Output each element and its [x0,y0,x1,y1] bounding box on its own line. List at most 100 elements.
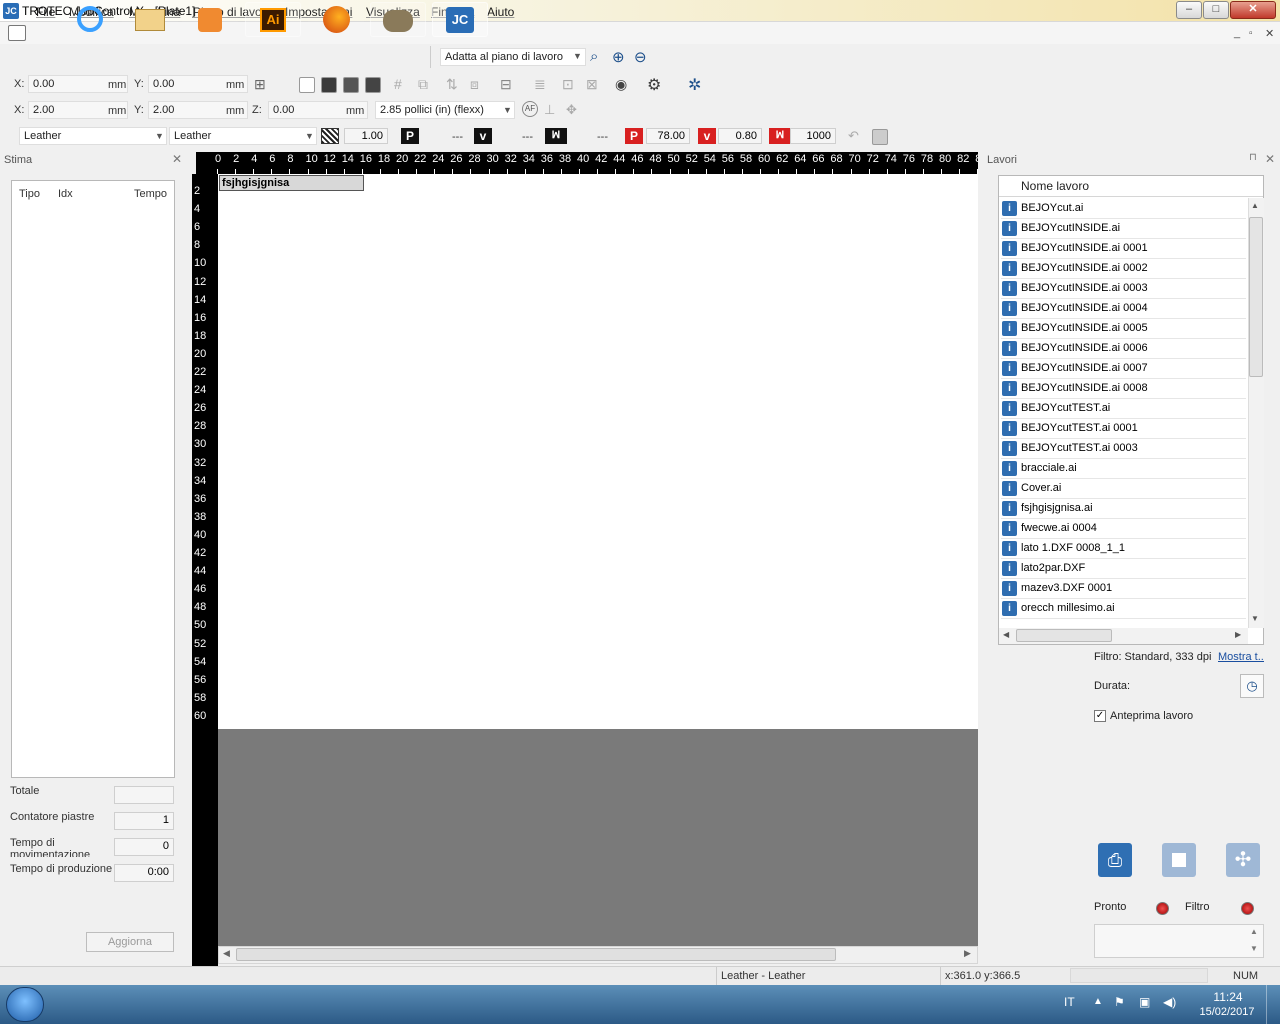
sort-icon[interactable]: ⊠ [586,76,598,93]
close-panel-icon[interactable]: ✕ [1265,152,1275,166]
zoom-select[interactable]: Adatta al piano di lavoro [440,48,586,66]
job-list-item[interactable]: i BEJOYcutINSIDE.ai [1001,219,1246,239]
job-list-item[interactable]: i fwecwe.ai 0004 [1001,519,1246,539]
tray-expand-icon[interactable]: ▲ [1093,996,1103,1007]
clock-icon[interactable]: ◷ [1240,674,1264,698]
lavori-vscroll-thumb[interactable] [1249,217,1263,377]
job-list-item[interactable]: i orecch millesimo.ai [1001,599,1246,619]
mdi-close-icon[interactable]: ✕ [1265,27,1274,40]
scroll-up-icon[interactable]: ▲ [1251,201,1259,210]
save-material-icon[interactable] [872,129,888,145]
job-list-item[interactable]: i bracciale.ai [1001,459,1246,479]
job-list-item[interactable]: i BEJOYcutINSIDE.ai 0008 [1001,379,1246,399]
stop-icon[interactable] [1162,843,1196,877]
autofocus-icon[interactable]: AF [522,101,538,117]
mdi-restore-icon[interactable]: ▫ [1249,28,1253,39]
chevron-down-icon[interactable]: ▼ [573,51,582,61]
job-on-plate[interactable]: fsjhgisjgnisa [219,175,364,191]
gimp-icon[interactable] [370,2,426,37]
scroll-down-icon[interactable]: ▼ [1251,614,1259,623]
start-button[interactable] [6,987,44,1022]
illustrator-icon[interactable]: Ai [245,2,301,37]
language-indicator[interactable]: IT [1064,995,1075,1009]
zoom-in-icon[interactable]: ⊕ [612,48,625,66]
canvas-hscroll-thumb[interactable] [236,948,836,961]
menu-file[interactable]: File [36,5,55,19]
exhaust-fan-icon[interactable]: ✣ [1226,843,1260,877]
duplicate-icon[interactable]: ⧈ [470,76,479,93]
menu-aiuto[interactable]: Aiuto [487,5,514,19]
usb-connect-icon[interactable]: ⎙ [1098,843,1132,877]
arrange-icon[interactable]: ⊡ [562,76,574,93]
save-icon[interactable] [321,77,337,93]
job-list-item[interactable]: i BEJOYcut.ai [1001,199,1246,219]
mostra-link[interactable]: Mostra t... [1218,651,1264,663]
focus-down-icon[interactable]: ⊥ [544,102,555,118]
chevron-down-icon[interactable]: ▼ [305,131,314,141]
laser-icon[interactable]: ✲ [688,75,701,95]
job-list-item[interactable]: i fsjhgisjgnisa.ai [1001,499,1246,519]
nome-lavoro-header[interactable]: Nome lavoro [1021,179,1089,193]
speech-bubble-icon[interactable] [8,25,26,41]
job-list-item[interactable]: i BEJOYcutTEST.ai 0003 [1001,439,1246,459]
job-list-item[interactable]: i lato 1.DXF 0008_1_1 [1001,539,1246,559]
scroll-down-icon[interactable]: ▼ [1250,944,1258,953]
close-window-button[interactable]: ✕ [1230,1,1276,19]
scroll-up-icon[interactable]: ▲ [1250,927,1258,936]
chevron-down-icon[interactable]: ▼ [503,105,512,115]
job-list-item[interactable]: i BEJOYcutINSIDE.ai 0003 [1001,279,1246,299]
col-tempo[interactable]: Tempo [134,188,167,200]
chevron-down-icon[interactable]: ▼ [155,131,164,141]
network-icon[interactable]: ▣ [1139,995,1150,1009]
group-icon[interactable]: ⧉ [418,76,428,93]
col-tipo[interactable]: Tipo [19,188,40,200]
job-list-item[interactable]: i BEJOYcutINSIDE.ai 0006 [1001,339,1246,359]
minimize-button[interactable]: – [1176,1,1202,19]
speed-field[interactable]: 0.80 [718,128,762,144]
layout-icon[interactable]: ⊟ [500,76,512,93]
zoom-fit-icon[interactable]: ⌕ [590,48,598,65]
action-center-icon[interactable]: ⚑ [1114,995,1125,1009]
clock-date[interactable]: 15/02/2017 [1196,1006,1258,1018]
mdi-minimize-icon[interactable]: _ [1234,27,1240,39]
job-list-item[interactable]: i BEJOYcutINSIDE.ai 0007 [1001,359,1246,379]
anteprima-checkbox[interactable]: ✓ [1094,710,1106,722]
job-list-item[interactable]: i BEJOYcutINSIDE.ai 0001 [1001,239,1246,259]
job-list-item[interactable]: i BEJOYcutINSIDE.ai 0002 [1001,259,1246,279]
hatch-field[interactable]: 1.00 [344,128,388,144]
open-icon[interactable] [343,77,359,93]
job-list-item[interactable]: i BEJOYcutTEST.ai 0001 [1001,419,1246,439]
firefox-icon[interactable] [308,2,364,37]
col-idx[interactable]: Idx [58,188,73,200]
lavori-hscroll-thumb[interactable] [1016,629,1112,642]
job-list-item[interactable]: i Cover.ai [1001,479,1246,499]
volume-icon[interactable]: ◀) [1163,995,1176,1009]
material-select-left[interactable]: Leather [19,127,167,145]
pin-icon[interactable]: ⊓ [1249,152,1257,163]
scroll-left-icon[interactable]: ◀ [1003,630,1009,639]
undo-icon[interactable]: ↶ [848,128,859,144]
job-list-item[interactable]: i lato2par.DXF [1001,559,1246,579]
stack-icon[interactable]: ≣ [534,76,546,93]
job-list-item[interactable]: i BEJOYcutINSIDE.ai 0004 [1001,299,1246,319]
aggiorna-button[interactable]: Aggiorna [86,932,174,952]
show-desktop-button[interactable] [1266,985,1280,1024]
lens-select[interactable]: 2.85 pollici (in) (flexx) [375,101,515,119]
frequency-field[interactable]: 1000 [790,128,836,144]
export-icon[interactable] [365,77,381,93]
job-list-item[interactable]: i mazev3.DXF 0001 [1001,579,1246,599]
scroll-right-icon[interactable]: ▶ [1235,630,1241,639]
work-area[interactable] [218,174,978,729]
media-player-icon[interactable] [182,2,238,37]
scroll-left-icon[interactable]: ◀ [223,948,230,959]
job-list-item[interactable]: i BEJOYcutINSIDE.ai 0005 [1001,319,1246,339]
eye-icon[interactable]: ◉ [615,76,627,93]
new-file-icon[interactable] [299,77,315,93]
grid-icon[interactable]: # [394,76,402,92]
file-explorer-icon[interactable] [122,2,178,37]
move-icon[interactable]: ✥ [566,102,577,118]
material-select-right[interactable]: Leather [169,127,317,145]
close-panel-icon[interactable]: ✕ [172,152,182,166]
clock-time[interactable]: 11:24 [1208,990,1248,1004]
maximize-button[interactable]: □ [1203,1,1229,19]
